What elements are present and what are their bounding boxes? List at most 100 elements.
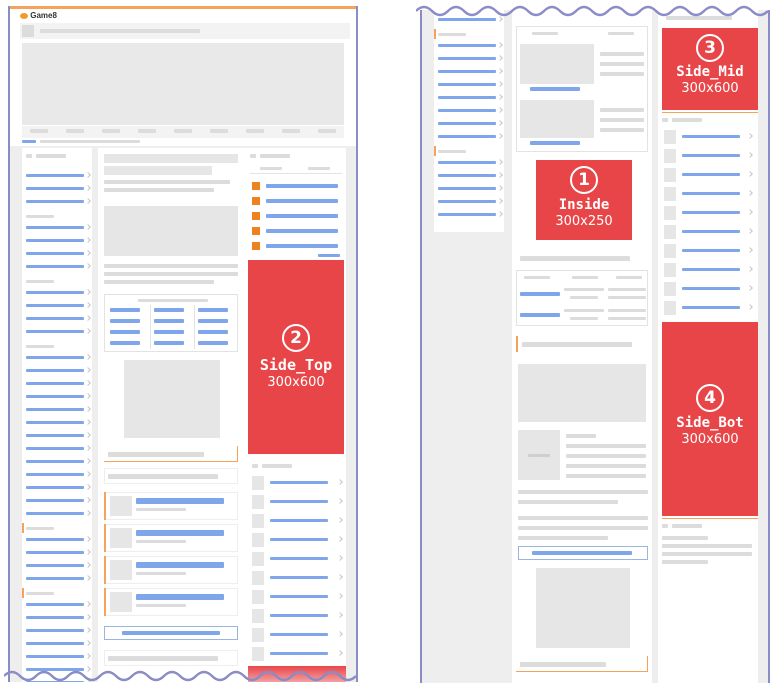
nav-item[interactable]: [26, 421, 84, 424]
grid-link[interactable]: [110, 319, 140, 323]
nav-item[interactable]: [26, 603, 84, 606]
nav-item[interactable]: [26, 252, 84, 255]
sidebar-tab[interactable]: [308, 167, 330, 170]
rank-link[interactable]: [266, 244, 338, 248]
nav-item[interactable]: [26, 564, 84, 567]
grid-link[interactable]: [198, 308, 228, 312]
list-link[interactable]: [270, 595, 328, 598]
nav-item[interactable]: [26, 460, 84, 463]
nav-item[interactable]: [438, 187, 496, 190]
nav-item[interactable]: [26, 304, 84, 307]
nav-item[interactable]: [26, 395, 84, 398]
nav-item[interactable]: [438, 213, 496, 216]
nav-item[interactable]: [26, 551, 84, 554]
list-link[interactable]: [270, 652, 328, 655]
grid-link[interactable]: [198, 341, 228, 345]
nav-item[interactable]: [438, 200, 496, 203]
sidebar-header: [662, 524, 668, 528]
grid-link[interactable]: [110, 308, 140, 312]
list-link[interactable]: [270, 500, 328, 503]
nav-item[interactable]: [26, 239, 84, 242]
nav-item[interactable]: [438, 174, 496, 177]
nav-item[interactable]: [26, 265, 84, 268]
nav-item[interactable]: [438, 44, 496, 47]
ad-size: 300x600: [681, 81, 739, 96]
list-link[interactable]: [682, 173, 740, 176]
chevron-right-icon: [497, 55, 503, 61]
list-link[interactable]: [682, 287, 740, 290]
list-link[interactable]: [682, 230, 740, 233]
list-link[interactable]: [682, 249, 740, 252]
nav-item[interactable]: [26, 538, 84, 541]
rank-link[interactable]: [266, 199, 338, 203]
list-link[interactable]: [682, 268, 740, 271]
table-cell: [600, 52, 644, 56]
list-link[interactable]: [682, 135, 740, 138]
nav-item[interactable]: [438, 83, 496, 86]
list-link[interactable]: [270, 538, 328, 541]
table-link[interactable]: [520, 292, 560, 296]
table-link[interactable]: [520, 313, 560, 317]
grid-link[interactable]: [154, 308, 184, 312]
grid-link[interactable]: [110, 330, 140, 334]
rank-link[interactable]: [266, 214, 338, 218]
nav-item[interactable]: [26, 369, 84, 372]
list-link[interactable]: [270, 519, 328, 522]
nav-item[interactable]: [26, 330, 84, 333]
nav-item[interactable]: [26, 512, 84, 515]
nav-item[interactable]: [26, 499, 84, 502]
grid-link[interactable]: [110, 341, 140, 345]
right-sidebar-lower: [248, 458, 346, 682]
nav-item[interactable]: [438, 57, 496, 60]
nav-item[interactable]: [26, 616, 84, 619]
nav-item[interactable]: [26, 382, 84, 385]
nav-item[interactable]: [438, 70, 496, 73]
breadcrumb: [22, 140, 36, 143]
nav-item[interactable]: [438, 109, 496, 112]
nav-item[interactable]: [26, 486, 84, 489]
nav-item[interactable]: [26, 226, 84, 229]
nav-item[interactable]: [26, 629, 84, 632]
nav-item[interactable]: [438, 135, 496, 138]
sidebar-tab[interactable]: [260, 167, 282, 170]
table-link[interactable]: [530, 141, 580, 145]
grid-link[interactable]: [154, 330, 184, 334]
nav-item[interactable]: [438, 161, 496, 164]
grid-link[interactable]: [154, 319, 184, 323]
nav-item[interactable]: [438, 18, 496, 21]
chevron-right-icon: [85, 185, 91, 191]
rank-link[interactable]: [266, 229, 338, 233]
nav-item[interactable]: [26, 408, 84, 411]
list-thumb: [252, 647, 264, 661]
list-link[interactable]: [270, 633, 328, 636]
nav-item[interactable]: [26, 473, 84, 476]
grid-link[interactable]: [154, 341, 184, 345]
nav-item[interactable]: [26, 434, 84, 437]
table-link[interactable]: [530, 87, 580, 91]
list-link[interactable]: [270, 481, 328, 484]
nav-item[interactable]: [26, 447, 84, 450]
list-link[interactable]: [682, 306, 740, 309]
grid-link[interactable]: [198, 319, 228, 323]
nav-item[interactable]: [26, 291, 84, 294]
list-link[interactable]: [270, 614, 328, 617]
nav-item[interactable]: [26, 187, 84, 190]
list-link[interactable]: [270, 576, 328, 579]
list-link[interactable]: [682, 211, 740, 214]
rank-link[interactable]: [266, 184, 338, 188]
list-link[interactable]: [682, 192, 740, 195]
list-link[interactable]: [270, 557, 328, 560]
nav-item[interactable]: [26, 356, 84, 359]
nav-item[interactable]: [26, 655, 84, 658]
nav-item[interactable]: [26, 200, 84, 203]
grid-link[interactable]: [198, 330, 228, 334]
nav-item[interactable]: [438, 96, 496, 99]
nav-item[interactable]: [438, 122, 496, 125]
nav-item[interactable]: [26, 642, 84, 645]
nav-item[interactable]: [26, 317, 84, 320]
more-link[interactable]: [318, 254, 340, 257]
nav-item[interactable]: [26, 577, 84, 580]
section-divider: [662, 112, 758, 113]
nav-item[interactable]: [26, 174, 84, 177]
list-link[interactable]: [682, 154, 740, 157]
